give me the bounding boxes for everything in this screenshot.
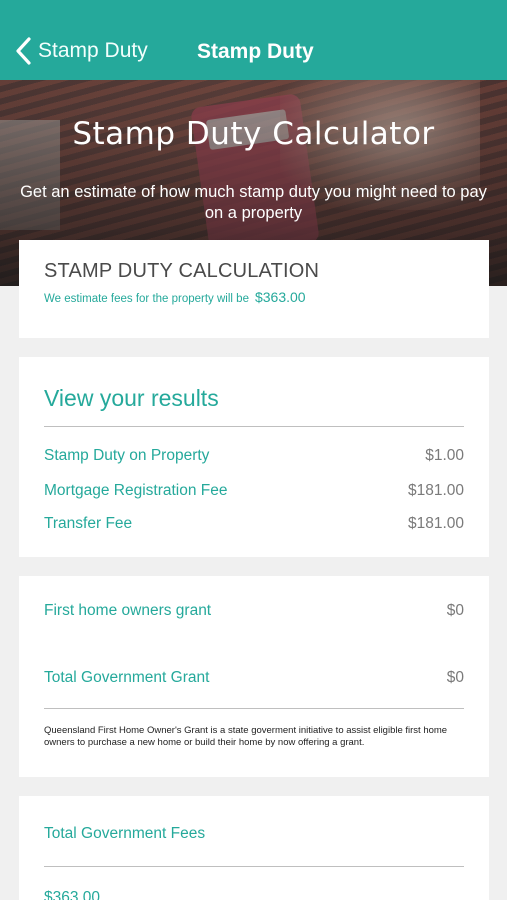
results-card: View your results Stamp Duty on Property…: [19, 357, 489, 557]
fees-divider: [44, 866, 464, 867]
result-label: Mortgage Registration Fee: [44, 482, 228, 499]
chevron-left-icon: [16, 37, 31, 65]
result-row: Transfer Fee $181.00: [44, 515, 464, 533]
calculation-heading: STAMP DUTY CALCULATION: [44, 260, 320, 282]
calculation-summary-card: STAMP DUTY CALCULATION We estimate fees …: [19, 240, 489, 338]
grant-value: $0: [446, 602, 464, 619]
hero-title: Stamp Duty Calculator: [72, 116, 435, 152]
estimate-amount: $363.00: [254, 289, 306, 305]
result-label: Transfer Fee: [44, 515, 133, 532]
grants-card: First home owners grant $0 Total Governm…: [19, 576, 489, 777]
nav-title: Stamp Duty: [197, 40, 314, 63]
grant-label: Total Government Grant: [44, 669, 210, 686]
result-row: Mortgage Registration Fee $181.00: [44, 482, 464, 500]
hero-subtitle: Get an estimate of how much stamp duty y…: [20, 183, 487, 222]
fees-value-row: $363.00: [44, 889, 464, 900]
results-divider: [44, 426, 464, 427]
grant-row: First home owners grant $0: [44, 602, 464, 620]
result-label: Stamp Duty on Property: [44, 447, 210, 464]
grant-label: First home owners grant: [44, 602, 212, 619]
fees-label: Total Government Fees: [44, 825, 206, 842]
fees-row: Total Government Fees: [44, 825, 464, 843]
result-value: $181.00: [407, 482, 464, 499]
fees-value: $363.00: [44, 889, 101, 900]
back-button[interactable]: Stamp Duty: [14, 36, 148, 66]
grants-divider: [44, 708, 464, 709]
results-heading: View your results: [44, 385, 219, 411]
grant-row: Total Government Grant $0: [44, 669, 464, 687]
result-value: $181.00: [407, 515, 464, 532]
estimate-text: We estimate fees for the property will b…: [44, 293, 249, 305]
back-button-label: Stamp Duty: [38, 39, 148, 62]
result-value: $1.00: [425, 447, 464, 464]
result-row: Stamp Duty on Property $1.00: [44, 447, 464, 465]
grant-note: Queensland First Home Owner's Grant is a…: [44, 725, 448, 748]
estimate-line: We estimate fees for the property will b…: [44, 289, 306, 305]
grant-value: $0: [446, 669, 464, 686]
navigation-bar: Stamp Duty Stamp Duty: [0, 0, 507, 80]
fees-card: Total Government Fees $363.00: [19, 796, 489, 900]
